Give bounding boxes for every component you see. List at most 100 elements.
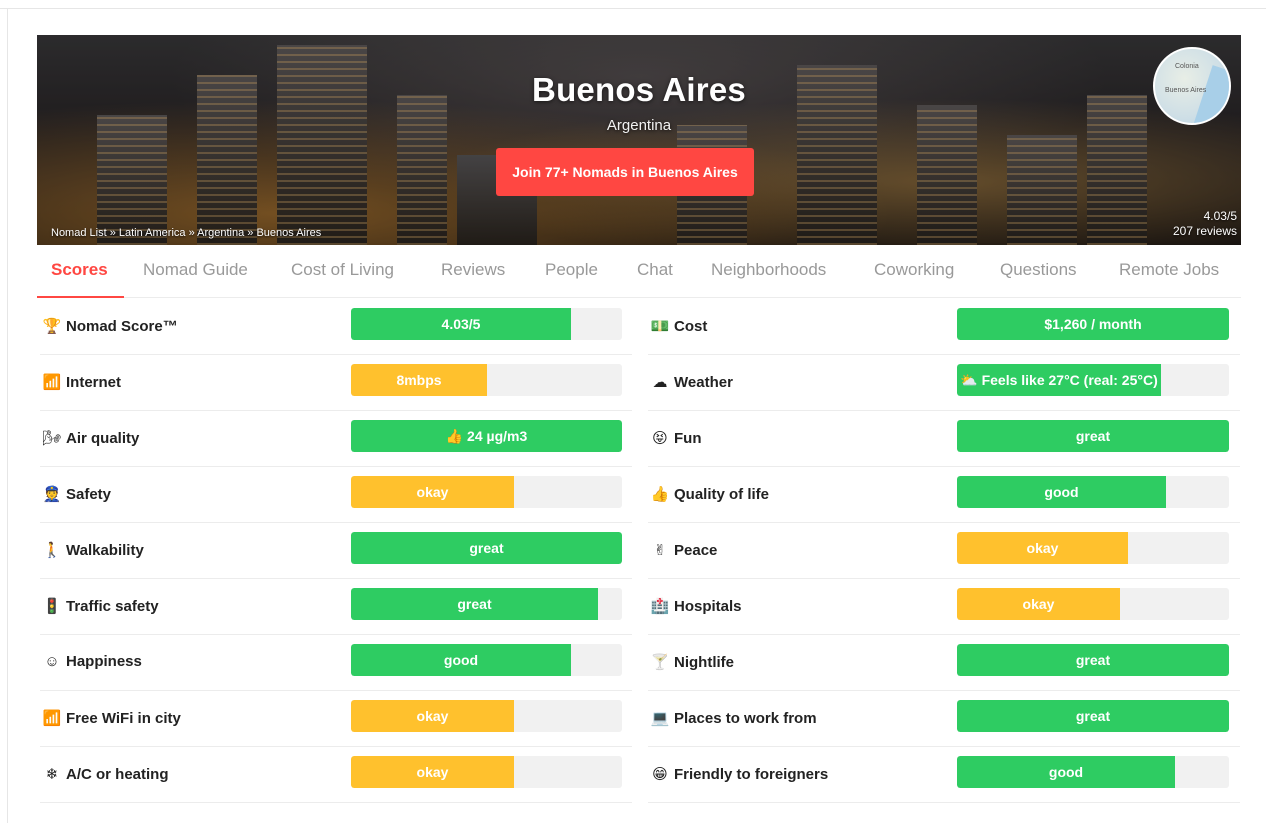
- score-bar: good: [351, 644, 622, 676]
- score-label-text: Cost: [674, 318, 708, 335]
- score-value: great: [1075, 652, 1111, 668]
- map-label: Buenos Aires: [1165, 87, 1207, 94]
- cocktail-icon: 🍸: [650, 654, 670, 671]
- page-frame-left: [7, 8, 8, 823]
- city-hero: Buenos Aires Argentina Join 77+ Nomads i…: [37, 35, 1241, 245]
- score-bar: ⛅ Feels like 27°C (real: 25°C): [957, 364, 1229, 396]
- score-label: 👍 Quality of life: [650, 485, 769, 503]
- score-label-text: Walkability: [66, 542, 144, 559]
- score-bar: 👍 24 µg/m3: [351, 420, 622, 452]
- tab-chat[interactable]: Chat: [637, 260, 673, 280]
- fun-icon: 😝: [652, 430, 668, 447]
- score-label: 📶 Free WiFi in city: [42, 709, 181, 727]
- score-value: 8mbps: [396, 372, 442, 388]
- score-label: 🚦 Traffic safety: [42, 597, 159, 615]
- score-label: 😝 Fun: [650, 429, 702, 447]
- score-row[interactable]: 🍸 Nightlife great: [648, 635, 1240, 691]
- score-value: $1,260 / month: [1044, 316, 1142, 332]
- wifi-icon: 📶: [42, 710, 62, 727]
- score-bar: great: [957, 644, 1229, 676]
- page-frame-top: [0, 8, 1266, 9]
- score-row[interactable]: 👍 Quality of life good: [648, 467, 1240, 523]
- score-label: 🍸 Nightlife: [650, 653, 734, 671]
- tab-people[interactable]: People: [545, 260, 598, 280]
- peace-icon: ✌: [653, 542, 667, 559]
- score-label: 😁 Friendly to foreigners: [650, 765, 828, 783]
- score-row[interactable]: ✌ Peace okay: [648, 523, 1240, 579]
- score-value: great: [457, 596, 492, 612]
- score-value: good: [1048, 764, 1084, 780]
- breadcrumb[interactable]: Nomad List » Latin America » Argentina »…: [51, 227, 321, 239]
- score-value: great: [1075, 428, 1111, 444]
- money-icon: 💵: [650, 318, 670, 335]
- score-row[interactable]: ❄ A/C or heating okay: [40, 747, 632, 803]
- hero-shade: [37, 35, 1241, 245]
- score-label-text: Fun: [674, 430, 702, 447]
- tab-reviews[interactable]: Reviews: [441, 260, 505, 280]
- score-label-text: A/C or heating: [66, 766, 169, 783]
- score-row[interactable]: 📶 Free WiFi in city okay: [40, 691, 632, 747]
- score-row[interactable]: ☁ Weather ⛅ Feels like 27°C (real: 25°C): [648, 355, 1240, 411]
- tab-nomad-guide[interactable]: Nomad Guide: [143, 260, 248, 280]
- score-label: ☁ Weather: [650, 373, 733, 391]
- score-value: okay: [416, 708, 449, 724]
- score-label-text: Free WiFi in city: [66, 710, 181, 727]
- traffic-light-icon: 🚦: [42, 598, 62, 615]
- score-label: 💵 Cost: [650, 317, 708, 335]
- score-row[interactable]: 💵 Cost $1,260 / month: [648, 299, 1240, 355]
- score-label: 🌬 Air quality: [42, 429, 139, 447]
- score-label: ✌ Peace: [650, 541, 718, 559]
- score-row[interactable]: 🚦 Traffic safety great: [40, 579, 632, 635]
- score-row[interactable]: 📶 Internet 8mbps: [40, 355, 632, 411]
- score-row[interactable]: 🚶 Walkability great: [40, 523, 632, 579]
- rating-score: 4.03/5: [1203, 209, 1237, 223]
- tab-scores[interactable]: Scores: [51, 260, 108, 280]
- tab-coworking[interactable]: Coworking: [874, 260, 954, 280]
- join-nomads-button[interactable]: Join 77+ Nomads in Buenos Aires: [496, 148, 754, 196]
- score-label: ☺ Happiness: [42, 653, 142, 670]
- score-label-text: Traffic safety: [66, 598, 159, 615]
- city-rating: 4.03/5 207 reviews: [1173, 209, 1237, 239]
- score-row[interactable]: 😝 Fun great: [648, 411, 1240, 467]
- cloud-icon: ☁: [652, 374, 668, 391]
- city-title: Buenos Aires: [532, 71, 746, 108]
- work-icon: 💻: [650, 710, 670, 727]
- score-row[interactable]: 💻 Places to work from great: [648, 691, 1240, 747]
- score-bar: okay: [351, 700, 622, 732]
- tab-cost-of-living[interactable]: Cost of Living: [291, 260, 394, 280]
- score-value: good: [443, 652, 479, 668]
- score-label-text: Peace: [674, 542, 718, 559]
- score-label-text: Hospitals: [674, 598, 742, 615]
- score-value: okay: [416, 484, 449, 500]
- hospital-icon: 🏥: [650, 598, 670, 615]
- tab-neighborhoods[interactable]: Neighborhoods: [711, 260, 826, 280]
- map-label: Colonia: [1175, 63, 1199, 70]
- walk-icon: 🚶: [42, 542, 62, 559]
- score-bar: good: [957, 756, 1229, 788]
- tab-questions[interactable]: Questions: [1000, 260, 1077, 280]
- active-tab-underline: [37, 296, 124, 298]
- tab-remote-jobs[interactable]: Remote Jobs: [1119, 260, 1219, 280]
- score-row[interactable]: 🏆 Nomad Score™ 4.03/5: [40, 299, 632, 355]
- score-label-text: Weather: [674, 374, 733, 391]
- safety-icon: 👮: [42, 486, 62, 503]
- score-row[interactable]: 😁 Friendly to foreigners good: [648, 747, 1240, 803]
- score-value: ⛅ Feels like 27°C (real: 25°C): [960, 372, 1158, 388]
- score-label-text: Friendly to foreigners: [674, 766, 829, 783]
- score-value: great: [469, 540, 504, 556]
- thumbs-up-icon: 👍: [650, 486, 670, 503]
- snowflake-icon: ❄: [45, 766, 59, 783]
- smile-icon: ☺: [44, 653, 60, 670]
- score-label-text: Safety: [66, 486, 112, 503]
- score-bar: okay: [957, 532, 1229, 564]
- score-value: 👍 24 µg/m3: [445, 428, 528, 444]
- reviews-link[interactable]: 207 reviews: [1173, 224, 1237, 239]
- score-row[interactable]: ☺ Happiness good: [40, 635, 632, 691]
- score-label-text: Nightlife: [674, 654, 734, 671]
- score-row[interactable]: 👮 Safety okay: [40, 467, 632, 523]
- score-row[interactable]: 🌬 Air quality 👍 24 µg/m3: [40, 411, 632, 467]
- score-bar: great: [957, 420, 1229, 452]
- friendly-icon: 😁: [652, 766, 668, 783]
- city-map-thumbnail[interactable]: Colonia Buenos Aires: [1153, 47, 1231, 125]
- score-row[interactable]: 🏥 Hospitals okay: [648, 579, 1240, 635]
